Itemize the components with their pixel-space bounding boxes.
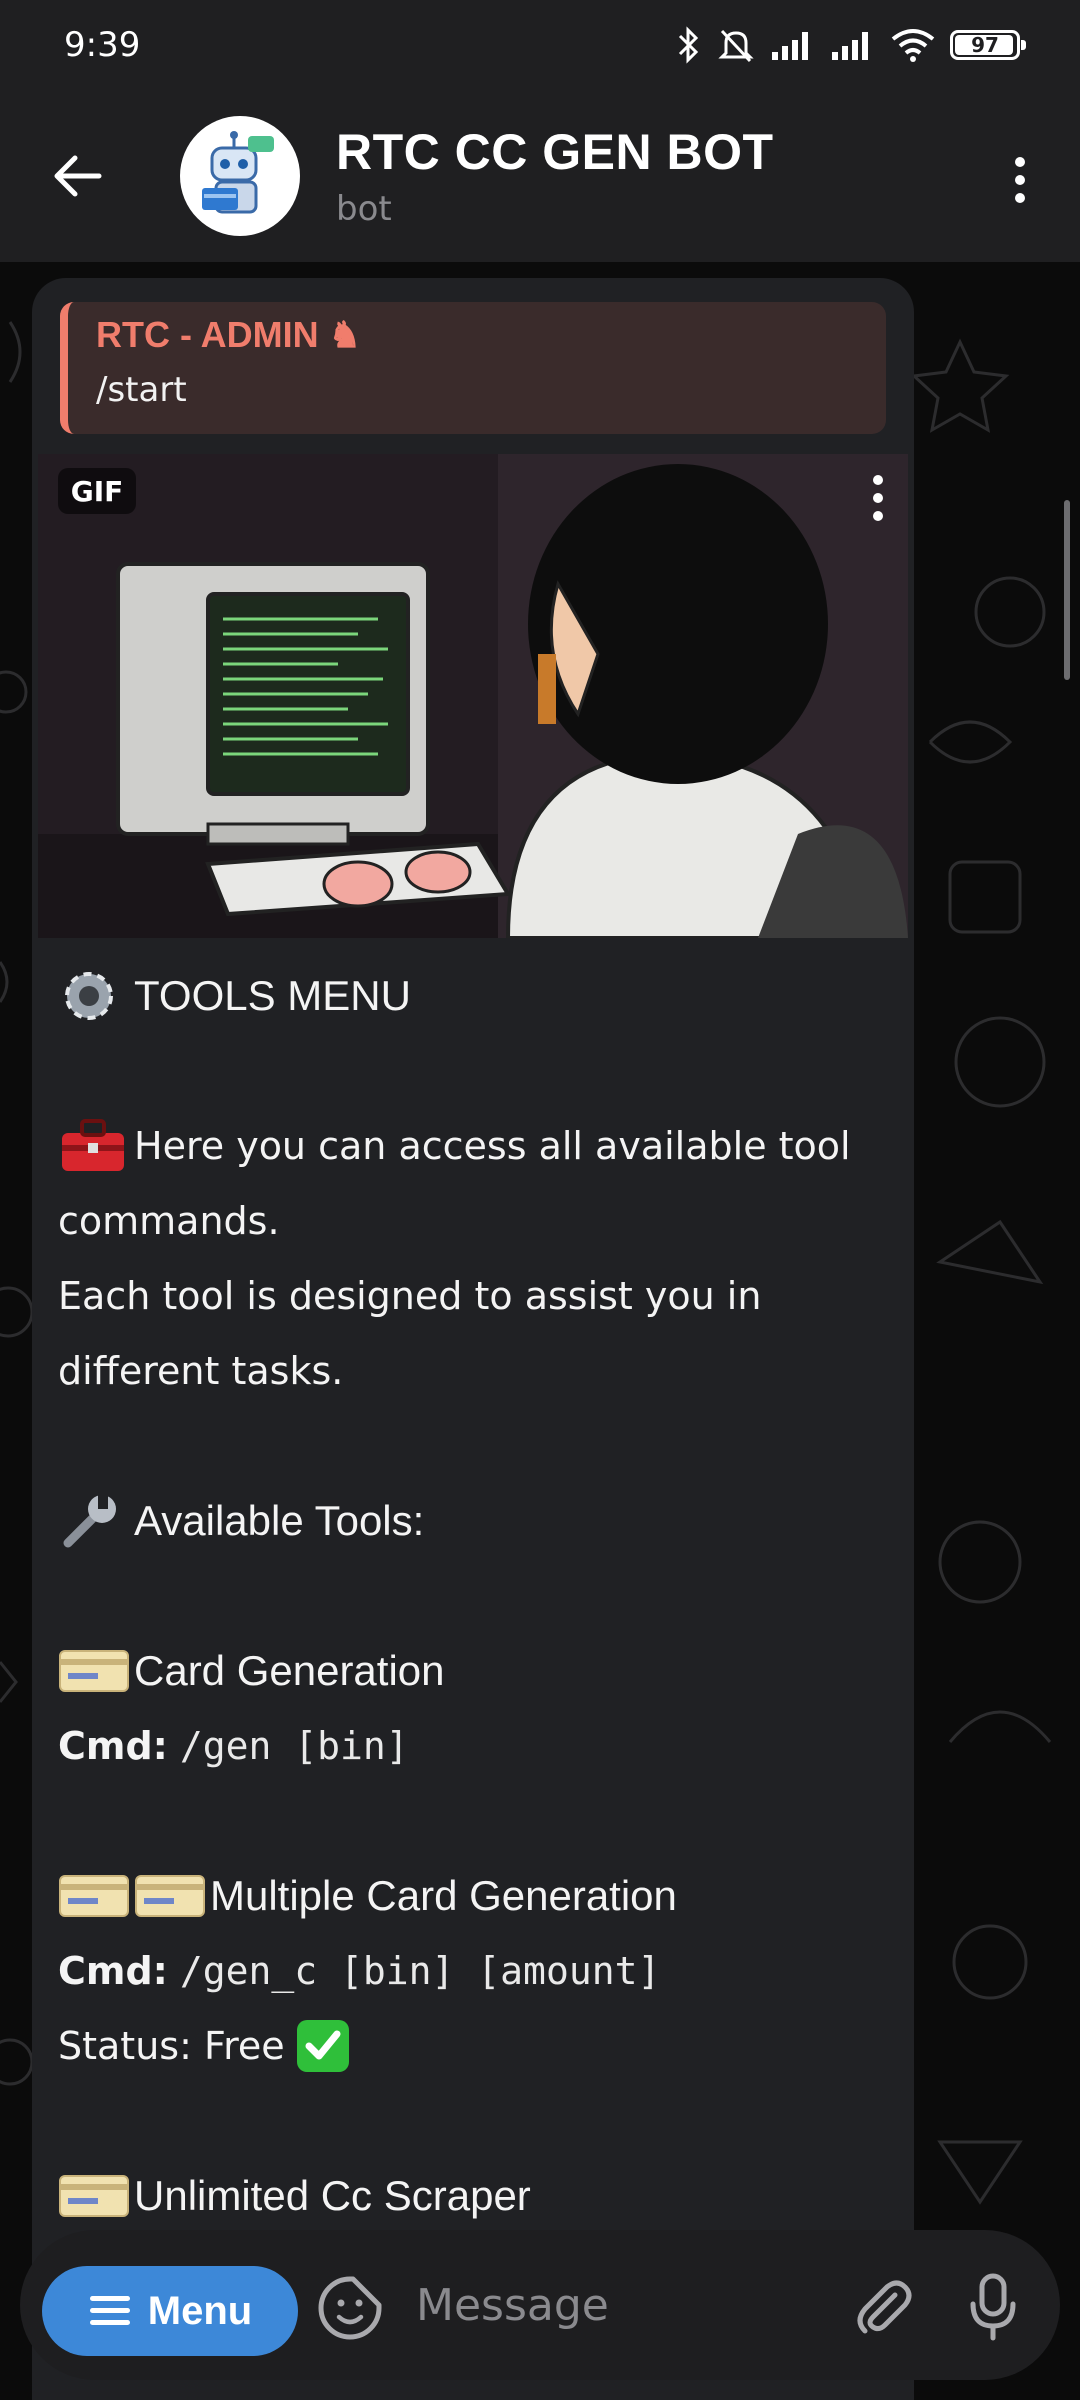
credit-card-icon — [58, 1641, 134, 1701]
wrench-icon — [58, 1491, 134, 1551]
back-button[interactable] — [38, 136, 118, 216]
more-options-button[interactable] — [990, 140, 1050, 220]
tool-card-generation: Card Generation — [58, 1633, 894, 1708]
tool-2-status-text: Status: Free — [58, 2023, 285, 2068]
gif-menu-button[interactable] — [858, 468, 898, 528]
voice-record-button[interactable] — [950, 2264, 1036, 2350]
status-bar: 9:39 97 — [0, 0, 1080, 90]
attach-button[interactable] — [840, 2264, 926, 2350]
reply-text: /start — [96, 370, 187, 410]
toolbox-icon — [58, 1116, 134, 1176]
tool-2-name: Multiple Card Generation — [210, 1871, 677, 1919]
robot-avatar-icon — [202, 131, 274, 214]
hacker-gif-illustration — [38, 454, 908, 938]
paperclip-icon — [857, 2280, 912, 2334]
menu-label: Menu — [147, 2288, 253, 2333]
vertical-dots-icon — [1015, 157, 1025, 203]
bot-menu-button[interactable]: Menu — [42, 2266, 298, 2356]
battery-icon: 97 — [950, 30, 1026, 60]
tool-cc-scraper: Unlimited Cc Scraper — [58, 2158, 894, 2233]
intro-line: Each tool is designed to assist you in — [58, 1273, 762, 1318]
credit-card-icon — [134, 1866, 210, 1926]
available-tools-heading: Available Tools: — [58, 1483, 894, 1558]
signal-icon — [832, 32, 868, 60]
arrow-left-icon — [54, 155, 102, 197]
hamburger-icon — [89, 2296, 130, 2325]
signal-icon — [772, 32, 808, 60]
tool-1-cmd-label: Cmd: — [58, 1723, 168, 1768]
bot-avatar[interactable] — [180, 116, 300, 236]
status-icons: 97 — [676, 25, 1026, 65]
vertical-dots-icon — [873, 475, 883, 521]
credit-card-icon — [58, 1866, 134, 1926]
chat-title: RTC CC GEN BOT — [336, 124, 774, 180]
bluetooth-icon — [678, 26, 699, 64]
intro-line: different tasks. — [58, 1348, 344, 1393]
credit-card-icon — [58, 2166, 134, 2226]
tool-2-command: Cmd: /gen_c [bin] [amount] — [58, 1933, 894, 2008]
tool-multiple-card-generation: Multiple Card Generation — [58, 1858, 894, 1933]
gif-media[interactable]: GIF — [38, 454, 908, 938]
intro-line: Here you can access all available tool — [58, 1108, 894, 1183]
wifi-icon — [891, 29, 935, 62]
scrollbar[interactable] — [1064, 500, 1070, 680]
message-text: TOOLS MENU Here you can access all avail… — [58, 958, 894, 2233]
microphone-icon — [970, 2273, 1016, 2341]
reply-quote[interactable]: RTC - ADMIN ♞ /start — [60, 302, 886, 434]
sticker-button[interactable] — [310, 2268, 390, 2348]
gif-badge: GIF — [58, 468, 136, 514]
tools-menu-heading: TOOLS MENU — [58, 958, 894, 1033]
intro-text-1: Here you can access all available tool — [134, 1123, 851, 1168]
check-icon — [293, 2016, 369, 2076]
bell-off-icon — [718, 29, 754, 63]
tool-2-cmd-label: Cmd: — [58, 1948, 168, 1993]
message-input[interactable] — [416, 2260, 836, 2350]
sticker-icon — [318, 2276, 382, 2340]
status-time: 9:39 — [64, 25, 141, 65]
tool-3-name: Unlimited Cc Scraper — [134, 2171, 531, 2219]
tool-2-cmd[interactable]: /gen_c [bin] [amount] — [180, 1949, 660, 1993]
tool-1-cmd[interactable]: /gen [bin] — [180, 1724, 409, 1768]
battery-level: 97 — [971, 33, 999, 57]
message-composer: Menu — [20, 2230, 1060, 2380]
chat-header: RTC CC GEN BOT bot — [0, 90, 1080, 262]
chat-subtitle: bot — [336, 189, 392, 229]
message-bubble[interactable]: RTC - ADMIN ♞ /start GIF TOOLS MENU Here… — [32, 278, 914, 2400]
tools-menu-title: TOOLS MENU — [134, 971, 411, 1019]
tool-1-command: Cmd: /gen [bin] — [58, 1708, 894, 1783]
tool-2-status: Status: Free — [58, 2008, 894, 2083]
reply-author: RTC - ADMIN ♞ — [96, 314, 361, 355]
intro-line: commands. — [58, 1198, 280, 1243]
chat-title-block[interactable]: RTC CC GEN BOT bot — [336, 123, 774, 229]
tool-1-name: Card Generation — [134, 1646, 445, 1694]
gear-icon — [58, 966, 134, 1026]
available-tools-title: Available Tools: — [134, 1496, 425, 1544]
